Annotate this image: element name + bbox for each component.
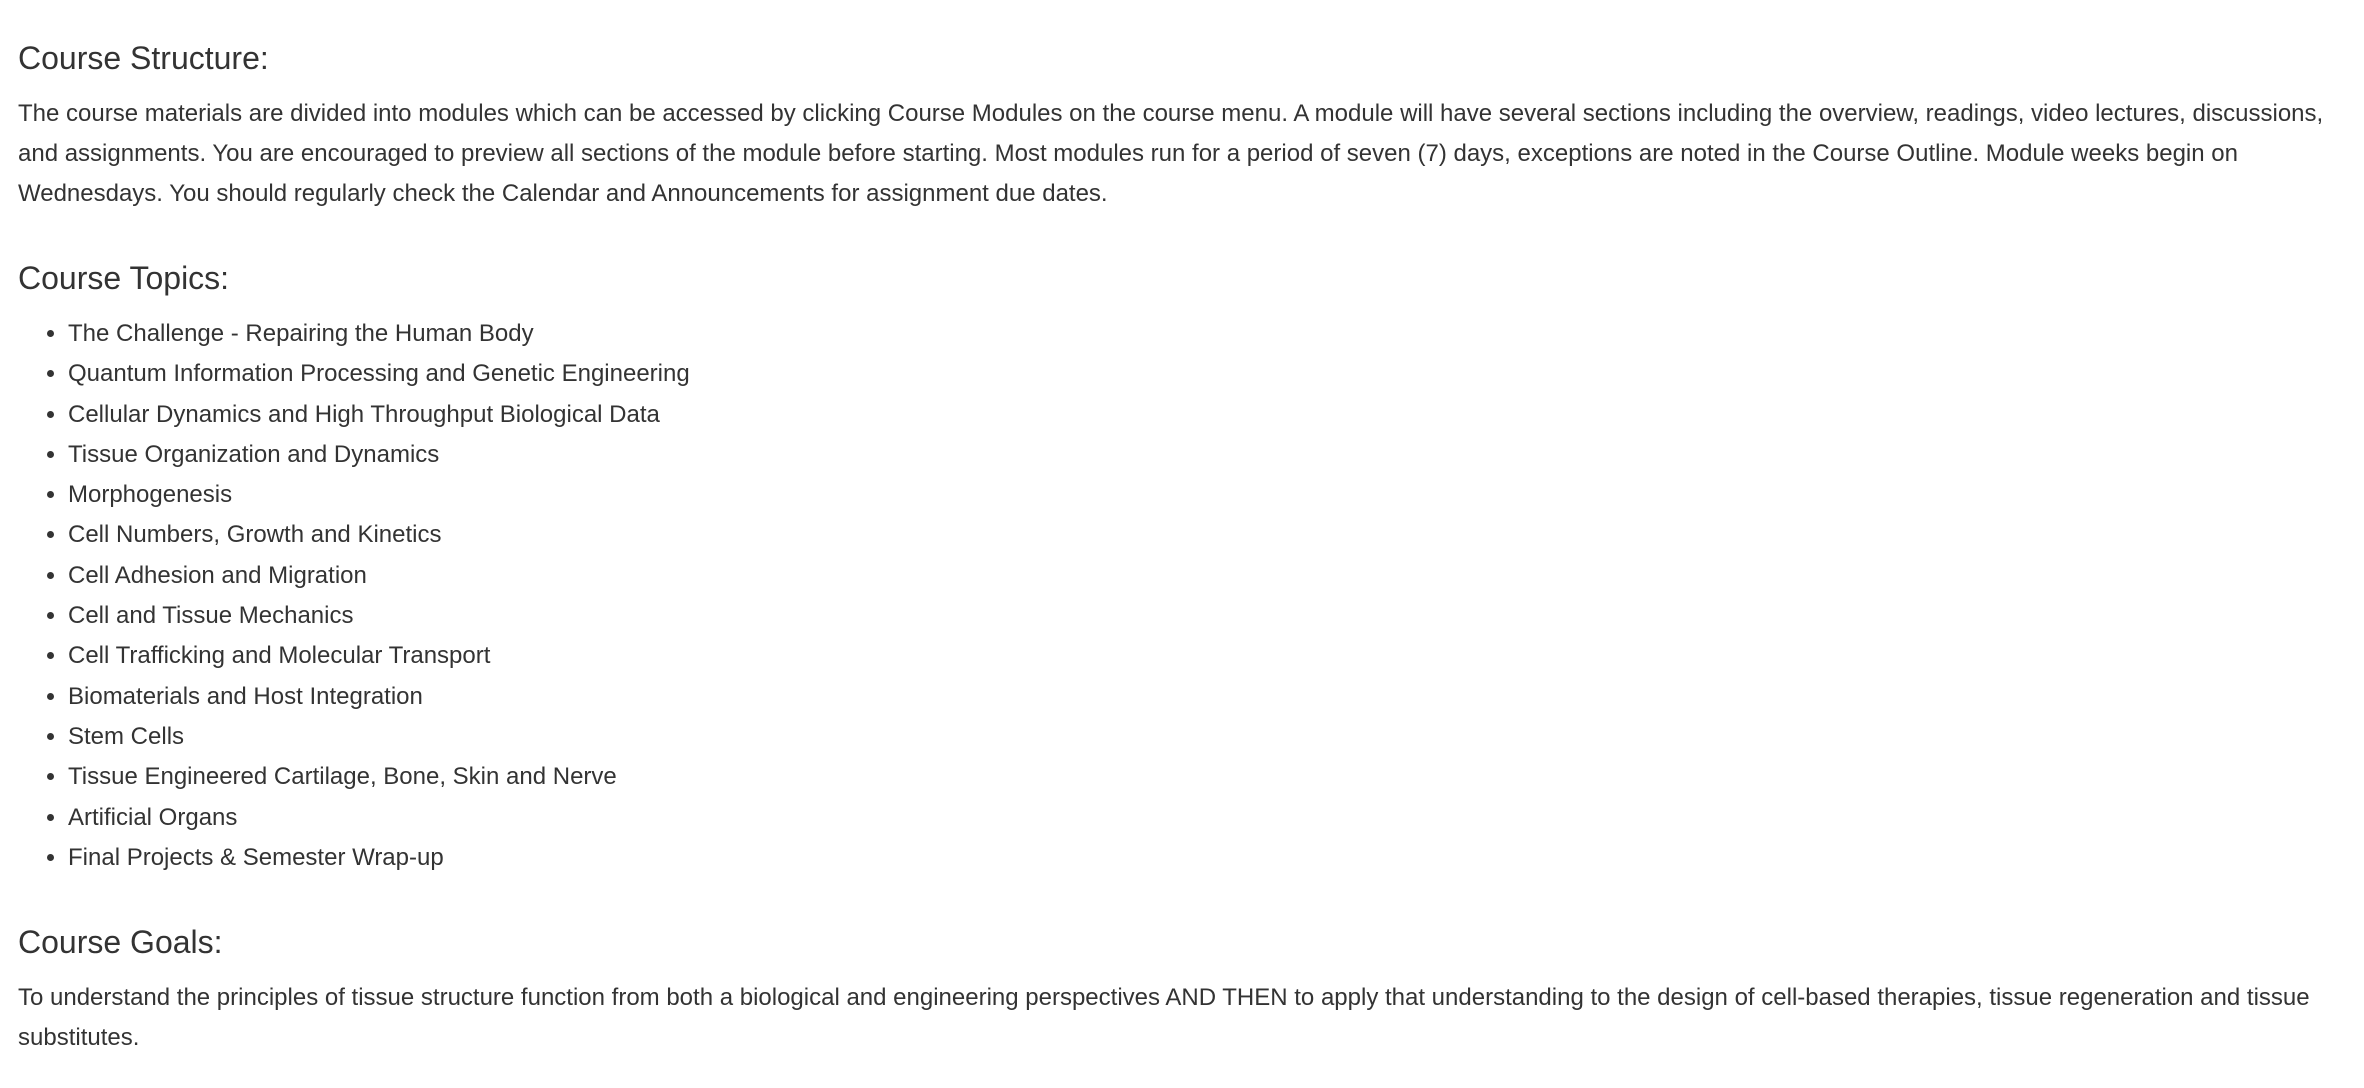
- topic-item: Cell and Tissue Mechanics: [68, 596, 2346, 636]
- course-goals-section: Course Goals: To understand the principl…: [18, 920, 2346, 1058]
- topic-item: Stem Cells: [68, 717, 2346, 757]
- topic-item: Cellular Dynamics and High Throughput Bi…: [68, 395, 2346, 435]
- course-topics-section: Course Topics: The Challenge - Repairing…: [18, 256, 2346, 878]
- course-structure-text: The course materials are divided into mo…: [18, 100, 2324, 207]
- course-topics-heading: Course Topics:: [18, 260, 230, 296]
- course-goals-text: To understand the principles of tissue s…: [18, 984, 2310, 1052]
- topic-item: Cell Adhesion and Migration: [68, 556, 2346, 596]
- topic-item: Tissue Organization and Dynamics: [68, 435, 2346, 475]
- course-structure-heading: Course Structure:: [18, 40, 269, 76]
- topic-item: Morphogenesis: [68, 475, 2346, 515]
- topic-item: Artificial Organs: [68, 798, 2346, 838]
- topic-item: The Challenge - Repairing the Human Body: [68, 314, 2346, 354]
- course-topics-list: The Challenge - Repairing the Human Body…: [18, 314, 2346, 878]
- course-structure-section: Course Structure: The course materials a…: [18, 36, 2346, 214]
- topic-item: Biomaterials and Host Integration: [68, 677, 2346, 717]
- topic-item: Final Projects & Semester Wrap-up: [68, 838, 2346, 878]
- course-goals-heading: Course Goals:: [18, 924, 223, 961]
- topic-item: Cell Trafficking and Molecular Transport: [68, 636, 2346, 676]
- topic-item: Tissue Engineered Cartilage, Bone, Skin …: [68, 757, 2346, 797]
- course-content: Course Structure: The course materials a…: [0, 0, 2364, 1058]
- topic-item: Cell Numbers, Growth and Kinetics: [68, 515, 2346, 555]
- topic-item: Quantum Information Processing and Genet…: [68, 354, 2346, 394]
